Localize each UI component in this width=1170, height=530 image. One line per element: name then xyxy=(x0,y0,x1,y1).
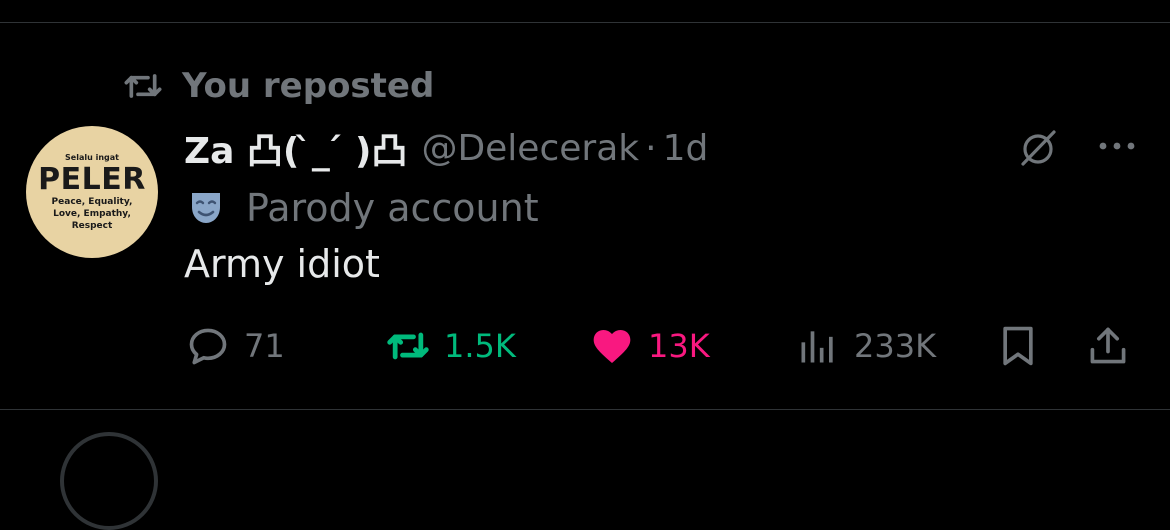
repost-icon xyxy=(124,74,162,98)
handle[interactable]: @Delecerak xyxy=(421,128,639,169)
theater-mask-icon xyxy=(192,193,220,223)
separator-dot: · xyxy=(645,127,657,169)
timestamp[interactable]: 1d xyxy=(663,128,709,169)
avatar-tagline: Peace, Equality, Love, Empathy, Respect xyxy=(51,196,133,231)
post-header: Za 凸( ̀_ ́ )凸 @Delecerak · 1d xyxy=(184,122,709,174)
like-button[interactable]: 13K xyxy=(590,318,710,374)
display-name[interactable]: Za 凸( ̀_ ́ )凸 xyxy=(184,122,407,174)
repost-banner[interactable]: You reposted xyxy=(120,64,434,108)
next-post-avatar-peek xyxy=(60,432,158,530)
share-icon xyxy=(1090,327,1126,364)
reply-button[interactable]: 71 xyxy=(186,318,285,374)
avatar-main-text: PELER xyxy=(38,161,146,197)
avatar-top-text: Selalu ingat xyxy=(65,152,119,162)
repost-count: 1.5K xyxy=(444,327,516,365)
repost-banner-text: You reposted xyxy=(182,66,435,106)
parody-badge-text: Parody account xyxy=(246,186,539,230)
bookmark-button[interactable] xyxy=(996,318,1040,374)
grok-icon[interactable] xyxy=(1016,128,1060,168)
bottom-divider xyxy=(0,409,1170,410)
repost-button[interactable]: 1.5K xyxy=(386,318,516,374)
bookmark-icon xyxy=(1003,326,1033,366)
more-options-icon[interactable] xyxy=(1094,136,1140,156)
parody-badge: Parody account xyxy=(186,184,539,232)
action-bar: 71 1.5K 13K 233K xyxy=(0,318,1170,374)
share-button[interactable] xyxy=(1086,318,1130,374)
views-icon xyxy=(801,331,833,363)
reply-count: 71 xyxy=(244,327,285,365)
views-count: 233K xyxy=(854,327,937,365)
repost-icon xyxy=(387,332,429,360)
like-count: 13K xyxy=(648,327,710,365)
heart-icon xyxy=(593,330,631,364)
top-divider xyxy=(0,22,1170,23)
avatar[interactable]: Selalu ingat PELER Peace, Equality, Love… xyxy=(26,126,158,258)
reply-icon xyxy=(189,328,227,365)
views-button[interactable]: 233K xyxy=(796,318,936,374)
post-text: Army idiot xyxy=(184,242,380,286)
